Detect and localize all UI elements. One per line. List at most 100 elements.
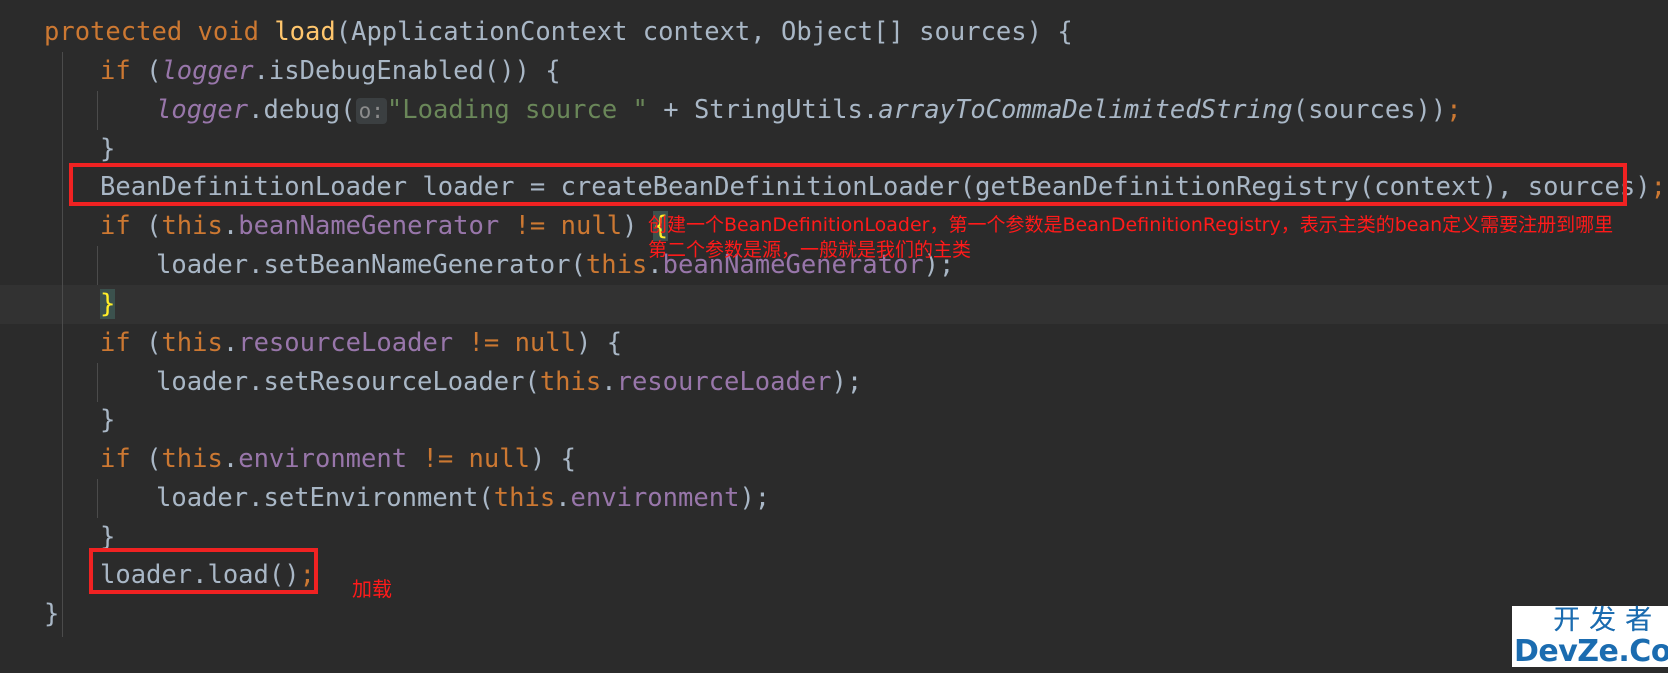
token-semicolon: ; [299, 560, 315, 590]
token-field: resourceLoader [616, 367, 832, 397]
token-field: environment [570, 483, 740, 513]
annotation-bean-definition-source: 第二个参数是源，一般就是我们的主类 [648, 238, 971, 263]
token-punct: ); [831, 367, 863, 397]
annotation-line-1: 创建一个BeanDefinitionLoader，第一个参数是BeanDefin… [648, 214, 1614, 236]
token-brace: } [100, 134, 116, 164]
annotation-load-text: 加载 [352, 577, 392, 601]
token-operator: != [499, 211, 561, 241]
indent-guide [97, 246, 98, 285]
token-keyword: if [100, 211, 131, 241]
token-punct: ( [130, 328, 162, 358]
token-field: logger [161, 56, 254, 86]
token-type: BeanDefinitionLoader [100, 172, 408, 202]
current-line-highlight [0, 285, 1668, 324]
token-keyword-this: this [493, 483, 556, 513]
token-call: loader.load() [100, 560, 300, 590]
token-method-name: load [274, 17, 336, 47]
annotation-line-2: 第二个参数是源，一般就是我们的主类 [648, 239, 972, 261]
token-param: sources [903, 17, 1027, 47]
token-operator: != [453, 328, 515, 358]
token-punct: ) { [576, 328, 623, 358]
token-field: beanNameGenerator [238, 211, 500, 241]
code-line-12: if (this.environment != null) { [100, 440, 576, 479]
annotation-load: 加载 [352, 573, 392, 602]
token-null: null [468, 444, 530, 474]
token-keyword: if [100, 444, 131, 474]
token-call: createBeanDefinitionLoader(getBeanDefini… [560, 172, 1651, 202]
token-keyword: if [100, 56, 131, 86]
token-keyword: void [197, 17, 259, 47]
code-line-16: } [44, 595, 59, 634]
token-brace: } [100, 522, 116, 552]
code-line-10: loader.setResourceLoader(this.resourceLo… [156, 363, 862, 402]
token-static-method: arrayToCommaDelimitedString [878, 95, 1293, 125]
annotation-bean-definition-loader: 创建一个BeanDefinitionLoader，第一个参数是BeanDefin… [648, 213, 1613, 238]
code-line-14: } [100, 518, 115, 557]
token-keyword: protected [44, 17, 183, 47]
token-keyword-this: this [161, 444, 223, 474]
code-line-15: loader.load(); [100, 556, 315, 595]
indent-guide [97, 363, 98, 402]
token-punct: ) { [1026, 17, 1073, 47]
token-null: null [514, 328, 576, 358]
token-punct: ( [335, 17, 352, 47]
token-punct: ); [739, 483, 771, 513]
watermark: 开发者 DevZe.CoM [1512, 606, 1668, 667]
indent-guide [62, 52, 63, 637]
token-keyword-this: this [539, 367, 602, 397]
token-punct: . [222, 444, 239, 474]
token-call: loader.setEnvironment( [156, 483, 494, 513]
indent-guide [97, 91, 98, 130]
token-brace: } [100, 405, 116, 435]
watermark-english: DevZe.CoM [1514, 634, 1668, 669]
matched-brace-close: } [100, 289, 116, 319]
token-keyword: if [100, 328, 131, 358]
code-line-1: protected void load(ApplicationContext c… [44, 13, 1073, 52]
code-line-8: } [100, 285, 116, 324]
code-line-5: BeanDefinitionLoader loader = createBean… [100, 168, 1666, 207]
token-punct: . [555, 483, 571, 513]
token-call: .debug( [248, 95, 356, 125]
token-null: null [560, 211, 623, 241]
code-line-3: logger.debug(o: "Loading source " + Strin… [156, 91, 1462, 130]
token-brace: } [44, 599, 60, 629]
token-punct: ( [130, 56, 162, 86]
watermark-chinese: 开发者 [1553, 605, 1662, 636]
token-semicolon: ; [1650, 172, 1666, 202]
code-line-13: loader.setEnvironment(this.environment); [156, 479, 770, 518]
token-operator: + [647, 95, 694, 125]
token-type: Object[] [780, 17, 904, 47]
token-field: resourceLoader [238, 328, 454, 358]
code-line-4: } [100, 130, 115, 169]
token-operator: != [407, 444, 469, 474]
token-punct: . [222, 211, 239, 241]
token-field: logger [156, 95, 249, 125]
token-punct: ) { [529, 444, 577, 474]
token-punct: ( [130, 211, 162, 241]
token-semicolon: ; [1446, 95, 1462, 125]
token-call: loader.setResourceLoader( [156, 367, 540, 397]
token-keyword-this: this [161, 211, 223, 241]
token-call: .isDebugEnabled()) { [253, 56, 561, 86]
token-call: loader.setBeanNameGenerator( [156, 250, 586, 280]
token-param: context [627, 17, 751, 47]
token-punct: , [750, 17, 781, 47]
token-punct: . [862, 95, 879, 125]
parameter-name-hint: o: [355, 98, 387, 124]
token-var: loader = [407, 172, 561, 202]
token-string: "Loading source " [386, 95, 648, 125]
token-type: StringUtils [693, 95, 863, 125]
token-keyword-this: this [161, 328, 223, 358]
indent-guide [97, 479, 98, 518]
code-line-9: if (this.resourceLoader != null) { [100, 324, 622, 363]
token-punct: . [601, 367, 617, 397]
token-keyword-this: this [585, 250, 648, 280]
code-line-11: } [100, 401, 115, 440]
token-args: (sources)) [1292, 95, 1447, 125]
token-type: ApplicationContext [351, 17, 628, 47]
code-editor[interactable]: protected void load(ApplicationContext c… [0, 0, 1668, 673]
code-line-2: if (logger.isDebugEnabled()) { [100, 52, 561, 91]
token-punct: . [222, 328, 239, 358]
code-line-6: if (this.beanNameGenerator != null) { [100, 207, 669, 246]
token-field: environment [238, 444, 408, 474]
